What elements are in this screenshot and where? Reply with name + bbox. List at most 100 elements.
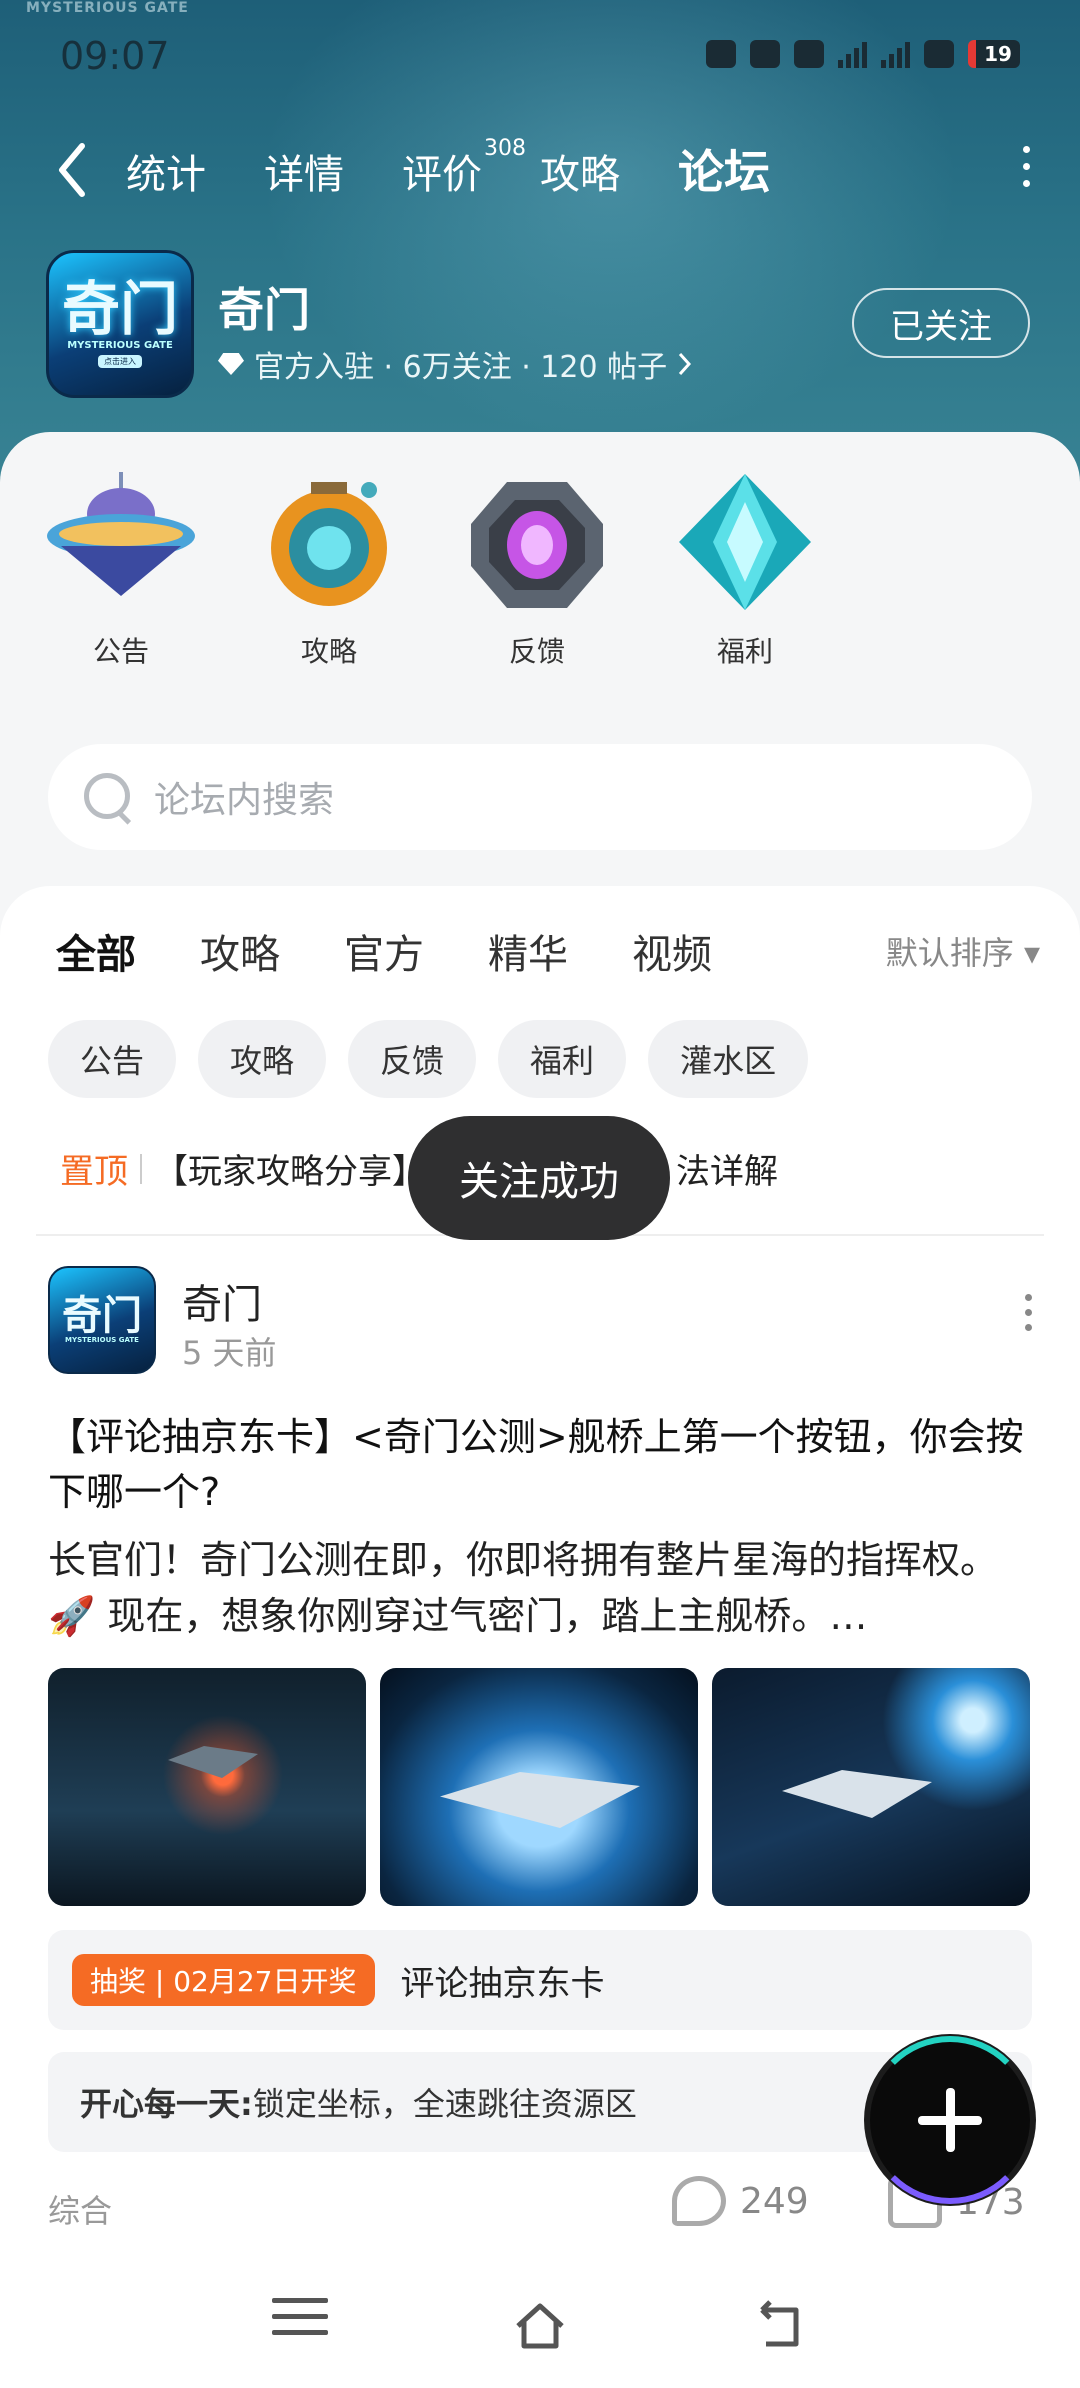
official-diamond-icon [218, 353, 244, 375]
followed-button[interactable]: 已关注 [852, 288, 1030, 358]
chip-announcement[interactable]: 公告 [48, 1020, 177, 1098]
comment-count: 249 [740, 2180, 809, 2222]
sort-dropdown[interactable]: 默认排序 ▾ [886, 928, 1040, 974]
purple-gem-icon [452, 462, 622, 622]
comment-button[interactable]: 249 [672, 2176, 809, 2226]
filter-tabs: 全部 攻略 官方 精华 视频 默认排序 ▾ [0, 922, 1080, 992]
quick-entry-benefits[interactable]: 福利 [660, 462, 830, 670]
home-icon[interactable] [512, 2298, 568, 2354]
quick-entry-label: 反馈 [508, 635, 565, 668]
ufo-icon [36, 462, 206, 622]
filter-tab-guides[interactable]: 攻略 [200, 922, 280, 980]
category-chips: 公告 攻略 反馈 福利 灌水区 [48, 1020, 809, 1098]
game-logo-button-text: 点击进入 [98, 355, 142, 368]
tab-forum[interactable]: 论坛 [678, 136, 770, 202]
tab-reviews-label: 评价 [402, 152, 482, 198]
post-author[interactable]: 奇门 [182, 1272, 262, 1330]
post-more-icon[interactable] [1020, 1294, 1036, 1339]
tab-guides-label: 攻略 [540, 152, 620, 198]
filter-tab-video[interactable]: 视频 [632, 922, 712, 980]
lottery-banner[interactable]: 抽奖 | 02月27日开奖 评论抽京东卡 [48, 1930, 1032, 2030]
signal-icon [838, 40, 867, 68]
system-navigation-bar [0, 2268, 1080, 2388]
tab-details[interactable]: 详情 [264, 142, 344, 200]
caret-down-icon: ▾ [1023, 934, 1040, 972]
hd-icon [794, 40, 824, 68]
toast-message: 关注成功 [408, 1116, 670, 1240]
top-comment-text: 锁定坐标，全速跳往资源区 [252, 2085, 637, 2123]
reviews-count-badge: 308 [484, 136, 526, 161]
pinned-tag: 置顶 [60, 1152, 128, 1192]
lottery-text: 评论抽京东卡 [400, 1963, 605, 2004]
quick-entry-label: 公告 [92, 635, 149, 668]
sort-label: 默认排序 [885, 934, 1014, 972]
top-comment-author: 开心每一天: [80, 2085, 253, 2123]
avatar-logo-subtitle: MYSTERIOUS GATE [65, 1336, 139, 1344]
back-icon[interactable] [52, 140, 92, 200]
banner-watermark: MYSTERIOUS GATE [26, 0, 189, 16]
new-post-button[interactable] [866, 2036, 1034, 2204]
chip-benefits[interactable]: 福利 [498, 1020, 627, 1098]
quick-entry-announcement[interactable]: 公告 [36, 462, 206, 670]
tab-stats-label: 统计 [126, 152, 206, 198]
wifi-icon [924, 40, 954, 68]
quick-entries: 公告 攻略 反馈 福利 [0, 462, 1080, 668]
game-logo-text: 奇门 [61, 275, 178, 343]
signal-icon-2 [881, 40, 910, 68]
avatar-logo-text: 奇门 [62, 1293, 142, 1339]
post-image[interactable] [712, 1668, 1030, 1906]
filter-tab-all[interactable]: 全部 [56, 922, 136, 982]
post-image[interactable] [380, 1668, 698, 1906]
alarm-icon [706, 40, 736, 68]
comment-icon [672, 2176, 726, 2226]
search-placeholder: 论坛内搜索 [154, 780, 335, 821]
tab-details-label: 详情 [264, 152, 344, 198]
post-time: 5 天前 [182, 1334, 277, 1372]
post-title[interactable]: 【评论抽京东卡】<奇门公测>舰桥上第一个按钮，你会按下哪一个? [48, 1410, 1038, 1520]
post-body[interactable]: 长官们！奇门公测在即，你即将拥有整片星海的指挥权。🚀 现在，想象你刚穿过气密门，… [48, 1532, 1038, 1644]
post-images [48, 1668, 1030, 1906]
forum-name: 奇门 [218, 283, 310, 337]
robot-pod-icon [244, 462, 414, 622]
filter-tab-official[interactable]: 官方 [344, 922, 424, 980]
forum-search-bar[interactable]: 论坛内搜索 [48, 744, 1032, 850]
more-options-icon[interactable] [1016, 146, 1036, 194]
forum-info: 奇门 MYSTERIOUS GATE 点击进入 奇门 官方入驻 · 6万关注 ·… [0, 250, 1080, 400]
vibrate-icon [750, 40, 780, 68]
tab-guides[interactable]: 攻略 [540, 142, 620, 200]
game-logo-subtitle: MYSTERIOUS GATE [67, 340, 173, 351]
search-icon [80, 769, 136, 825]
quick-entry-label: 攻略 [300, 635, 357, 668]
quick-entry-feedback[interactable]: 反馈 [452, 462, 622, 670]
pinned-title-left: 【玩家攻略分享】 [154, 1152, 426, 1192]
plus-icon [918, 2088, 982, 2152]
status-bar: 09:07 19 [0, 30, 1080, 86]
back-nav-icon[interactable] [752, 2298, 808, 2354]
pinned-title-right: 法详解 [676, 1152, 778, 1192]
chevron-right-icon [678, 352, 692, 376]
game-logo[interactable]: 奇门 MYSTERIOUS GATE 点击进入 [46, 250, 194, 398]
forum-meta-text: 官方入驻 · 6万关注 · 120 帖子 [254, 350, 668, 385]
post-image[interactable] [48, 1668, 366, 1906]
status-time: 09:07 [60, 34, 170, 78]
battery-icon: 19 [968, 40, 1020, 68]
pinned-separator [140, 1153, 142, 1184]
post-category: 综合 [48, 2192, 113, 2230]
top-nav: 统计 详情 评价 308 攻略 论坛 [0, 130, 1080, 210]
chip-guides[interactable]: 攻略 [198, 1020, 327, 1098]
filter-tab-featured[interactable]: 精华 [488, 922, 568, 980]
tab-stats[interactable]: 统计 [126, 142, 206, 200]
cyan-crystal-icon [660, 462, 830, 622]
quick-entry-guides[interactable]: 攻略 [244, 462, 414, 670]
chip-feedback[interactable]: 反馈 [348, 1020, 477, 1098]
tab-forum-label: 论坛 [678, 145, 770, 199]
tab-reviews[interactable]: 评价 308 [402, 136, 526, 200]
chip-chat[interactable]: 灌水区 [648, 1020, 809, 1098]
filter-tab-label: 全部 [56, 932, 136, 978]
forum-meta[interactable]: 官方入驻 · 6万关注 · 120 帖子 [218, 342, 693, 386]
menu-icon[interactable] [272, 2298, 328, 2354]
avatar[interactable]: 奇门 MYSTERIOUS GATE [48, 1266, 156, 1374]
status-icons: 19 [706, 40, 1020, 68]
lottery-tag: 抽奖 | 02月27日开奖 [72, 1954, 375, 2006]
quick-entry-label: 福利 [716, 635, 773, 668]
